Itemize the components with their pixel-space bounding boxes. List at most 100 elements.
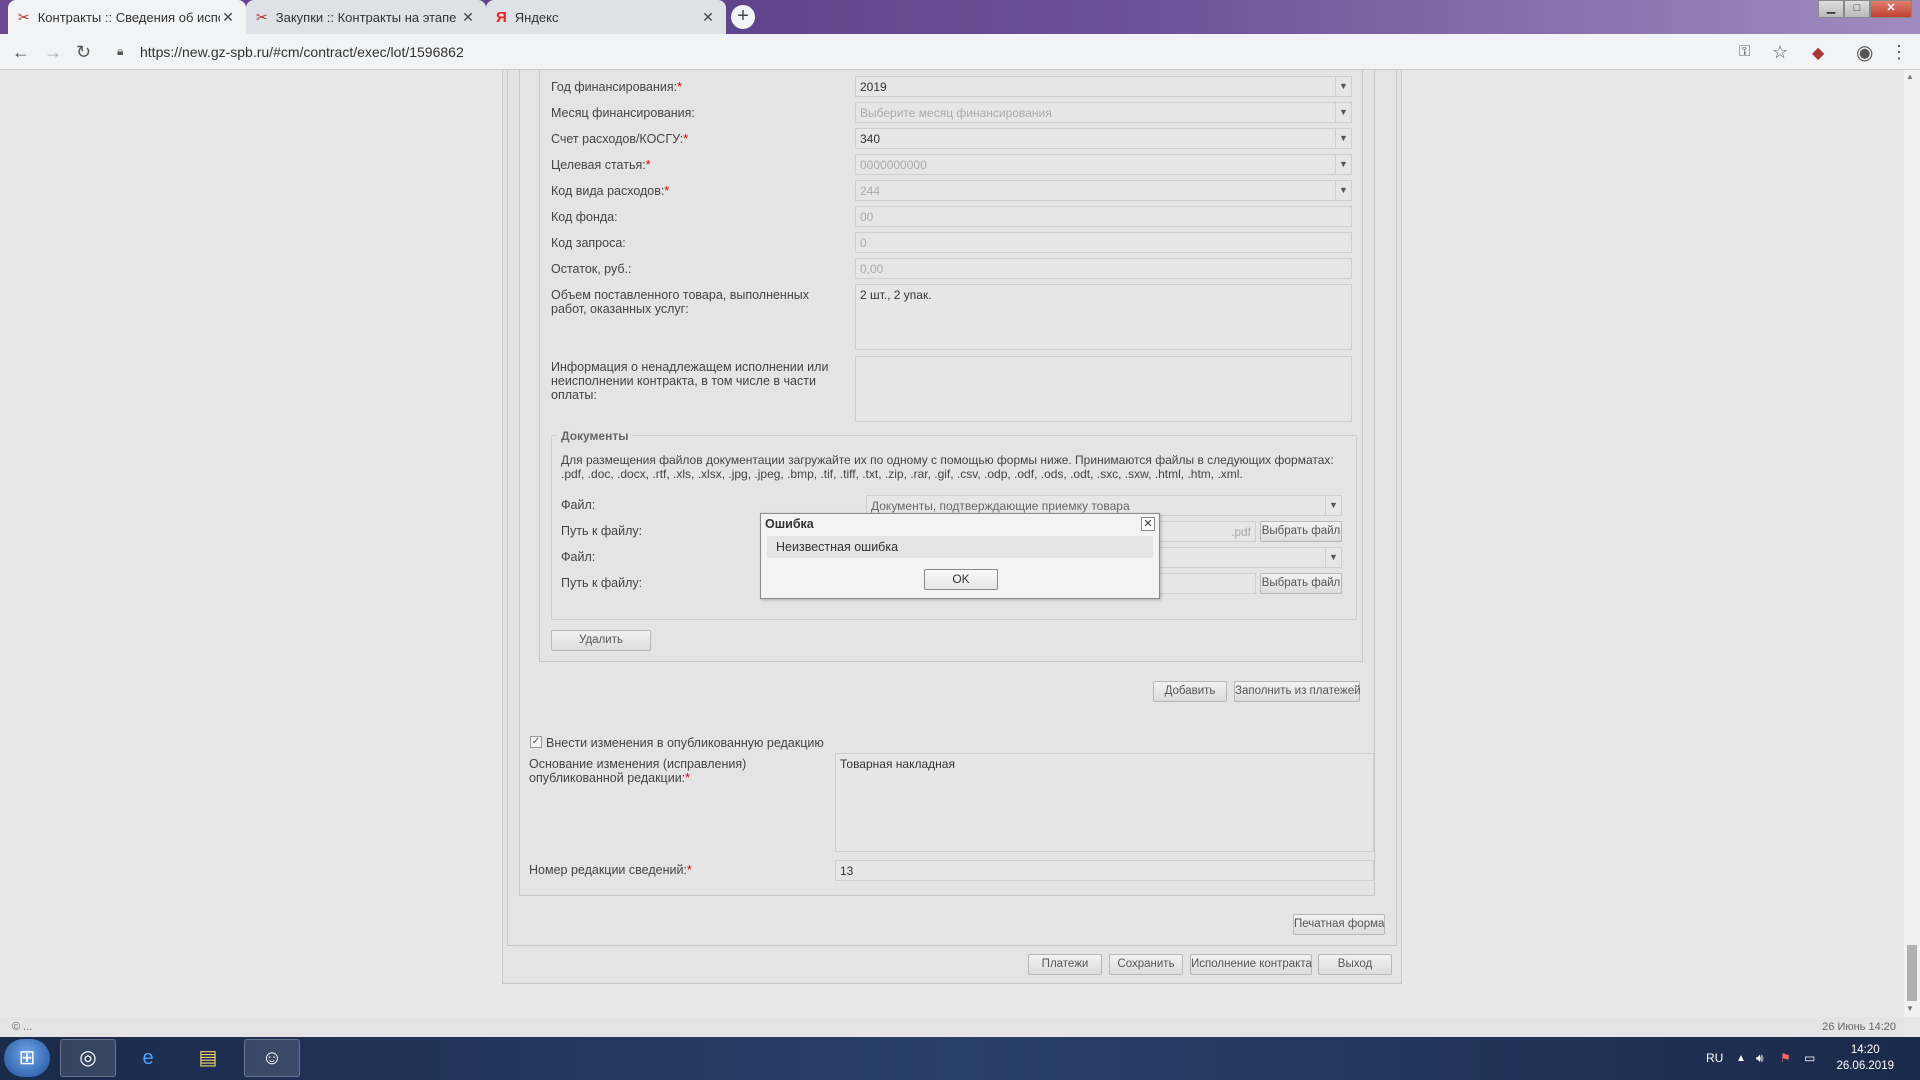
chevron-down-icon[interactable]: ▼ bbox=[1335, 181, 1351, 200]
reload-icon[interactable]: ↻ bbox=[76, 42, 91, 63]
fin-year-select[interactable]: 2019 ▼ bbox=[855, 76, 1352, 97]
dialog-title: Ошибка bbox=[765, 517, 814, 531]
fund-field[interactable]: 00 bbox=[855, 206, 1352, 227]
fin-year-label: Год финансирования:* bbox=[551, 80, 682, 94]
fill-from-payments-button[interactable]: Заполнить из платежей bbox=[1234, 681, 1361, 702]
balance-label: Остаток, руб.: bbox=[551, 262, 632, 276]
publish-changes-checkbox[interactable]: ✓ bbox=[530, 736, 542, 748]
site-favicon-icon: ✂ bbox=[18, 8, 30, 25]
explorer-icon[interactable]: ▤ bbox=[180, 1039, 236, 1077]
chevron-down-icon[interactable]: ▼ bbox=[1325, 548, 1341, 567]
improper-label: Информация о ненадлежащем исполнении или… bbox=[551, 360, 829, 402]
choose-file-button[interactable]: Выбрать файл bbox=[1260, 573, 1342, 594]
improper-textarea[interactable] bbox=[855, 356, 1352, 422]
extension-icon[interactable]: ◆ bbox=[1812, 43, 1824, 63]
volume-icon[interactable]: 🔊︎ bbox=[1756, 1037, 1764, 1080]
clock-time: 14:20 bbox=[1850, 1044, 1880, 1056]
dialog-message: Неизвестная ошибка bbox=[767, 536, 1153, 558]
revision-label: Номер редакции сведений:* bbox=[529, 863, 692, 877]
vertical-scrollbar[interactable] bbox=[1904, 70, 1920, 1017]
scrollbar-thumb[interactable] bbox=[1907, 945, 1917, 1001]
ie-icon[interactable]: e bbox=[120, 1039, 176, 1077]
tab-contracts-info[interactable]: ✂ Контракты :: Сведения об испо ✕ bbox=[8, 0, 246, 34]
back-icon[interactable]: ← bbox=[12, 42, 30, 63]
scroll-down-icon[interactable]: ▼ bbox=[1906, 1004, 1914, 1013]
target-label: Целевая статья:* bbox=[551, 158, 651, 172]
exp-type-select[interactable]: 244 ▼ bbox=[855, 180, 1352, 201]
close-icon[interactable]: ✕ bbox=[700, 9, 716, 26]
file-label: Файл: bbox=[561, 550, 596, 564]
minimize-icon[interactable]: ▁ bbox=[1818, 0, 1844, 18]
chevron-down-icon[interactable]: ▼ bbox=[1335, 129, 1351, 148]
yandex-icon: Я bbox=[496, 8, 507, 26]
app-icon[interactable]: ☺ bbox=[244, 1039, 300, 1077]
close-window-icon[interactable]: ✕ bbox=[1870, 0, 1912, 18]
fin-month-select[interactable]: Выберите месяц финансирования ▼ bbox=[855, 102, 1352, 123]
ok-button[interactable]: OK bbox=[924, 569, 998, 590]
request-label: Код запроса: bbox=[551, 236, 626, 250]
close-icon[interactable]: ✕ bbox=[460, 9, 476, 26]
contract-execution-button[interactable]: Исполнение контракта bbox=[1190, 954, 1312, 975]
site-favicon-icon: ✂ bbox=[256, 8, 268, 25]
target-select[interactable]: 0000000000 ▼ bbox=[855, 154, 1352, 175]
reason-textarea[interactable]: Товарная накладная bbox=[835, 753, 1374, 852]
network-icon[interactable]: ⚑ bbox=[1780, 1037, 1791, 1080]
status-bar: © ... 26 Июнь 14:20 bbox=[0, 1017, 1904, 1037]
action-center-icon[interactable]: ▭ bbox=[1804, 1037, 1815, 1080]
chevron-down-icon[interactable]: ▼ bbox=[1335, 103, 1351, 122]
balance-field[interactable]: 0,00 bbox=[855, 258, 1352, 279]
tray-expand-icon[interactable]: ▲ bbox=[1736, 1037, 1746, 1080]
add-button[interactable]: Добавить bbox=[1153, 681, 1227, 702]
forward-icon[interactable]: → bbox=[44, 42, 62, 63]
star-icon[interactable]: ☆ bbox=[1772, 42, 1788, 63]
address-bar[interactable]: https://new.gz-spb.ru/#cm/contract/exec/… bbox=[140, 39, 464, 65]
status-datetime: 26 Июнь 14:20 bbox=[1822, 1021, 1896, 1033]
lock-icon[interactable]: 🔒︎ bbox=[117, 44, 123, 59]
close-icon[interactable]: ✕ bbox=[220, 9, 236, 26]
volume-label: Объем поставленного товара, выполненных … bbox=[551, 288, 809, 316]
new-tab-button[interactable]: + bbox=[731, 5, 755, 29]
status-left: © ... bbox=[12, 1021, 33, 1033]
start-button[interactable]: ⊞ bbox=[4, 1039, 50, 1077]
tab-title: Яндекс bbox=[514, 9, 559, 25]
tab-purchases[interactable]: ✂ Закупки :: Контракты на этапе и ✕ bbox=[246, 0, 486, 34]
key-icon[interactable]: ⚿ bbox=[1739, 43, 1750, 60]
path-label: Путь к файлу: bbox=[561, 576, 643, 590]
chevron-down-icon[interactable]: ▼ bbox=[1335, 77, 1351, 96]
choose-file-button[interactable]: Выбрать файл bbox=[1260, 521, 1342, 542]
tab-yandex[interactable]: Я Яндекс ✕ bbox=[486, 0, 726, 34]
scroll-up-icon[interactable]: ▲ bbox=[1906, 72, 1914, 81]
window-controls: ▁ □ ✕ bbox=[1818, 0, 1912, 18]
menu-icon[interactable]: ⋮ bbox=[1890, 42, 1908, 63]
delete-button[interactable]: Удалить bbox=[551, 630, 651, 651]
chevron-down-icon[interactable]: ▼ bbox=[1325, 496, 1341, 515]
clock[interactable]: 14:20 26.06.2019 bbox=[1836, 1042, 1894, 1074]
publish-changes-label: Внести изменения в опубликованную редакц… bbox=[546, 736, 824, 750]
browser-titlebar: ✂ Контракты :: Сведения об испо ✕ ✂ Заку… bbox=[0, 0, 1920, 34]
revision-field[interactable]: 13 bbox=[835, 860, 1374, 881]
language-indicator[interactable]: RU bbox=[1706, 1037, 1723, 1080]
chevron-down-icon[interactable]: ▼ bbox=[1335, 155, 1351, 174]
kosgu-label: Счет расходов/КОСГУ:* bbox=[551, 132, 689, 146]
chrome-icon[interactable]: ◎ bbox=[60, 1039, 116, 1077]
request-field[interactable]: 0 bbox=[855, 232, 1352, 253]
path-label: Путь к файлу: bbox=[561, 524, 643, 538]
taskbar: ⊞ ◎ e ▤ ☺ RU ▲ 🔊︎ ⚑ ▭ 14:20 26.06.2019 bbox=[0, 1037, 1920, 1080]
profile-icon[interactable]: ◉ bbox=[1856, 40, 1873, 65]
file-path-value: .pdf bbox=[1230, 525, 1251, 539]
error-dialog: Ошибка ✕ Неизвестная ошибка OK bbox=[760, 513, 1160, 599]
save-button[interactable]: Сохранить bbox=[1109, 954, 1183, 975]
kosgu-select[interactable]: 340 ▼ bbox=[855, 128, 1352, 149]
clock-date: 26.06.2019 bbox=[1836, 1060, 1894, 1072]
maximize-icon[interactable]: □ bbox=[1844, 0, 1870, 18]
reason-label: Основание изменения (исправления) опубли… bbox=[529, 757, 747, 785]
documents-hint: Для размещения файлов документации загру… bbox=[561, 453, 1334, 481]
file-label: Файл: bbox=[561, 498, 596, 512]
tab-title: Контракты :: Сведения об испо bbox=[37, 9, 220, 25]
fund-label: Код фонда: bbox=[551, 210, 618, 224]
close-icon[interactable]: ✕ bbox=[1141, 517, 1155, 531]
payments-button[interactable]: Платежи bbox=[1028, 954, 1102, 975]
volume-textarea[interactable]: 2 шт., 2 упак. bbox=[855, 284, 1352, 350]
print-form-button[interactable]: Печатная форма bbox=[1293, 914, 1385, 935]
exit-button[interactable]: Выход bbox=[1318, 954, 1392, 975]
